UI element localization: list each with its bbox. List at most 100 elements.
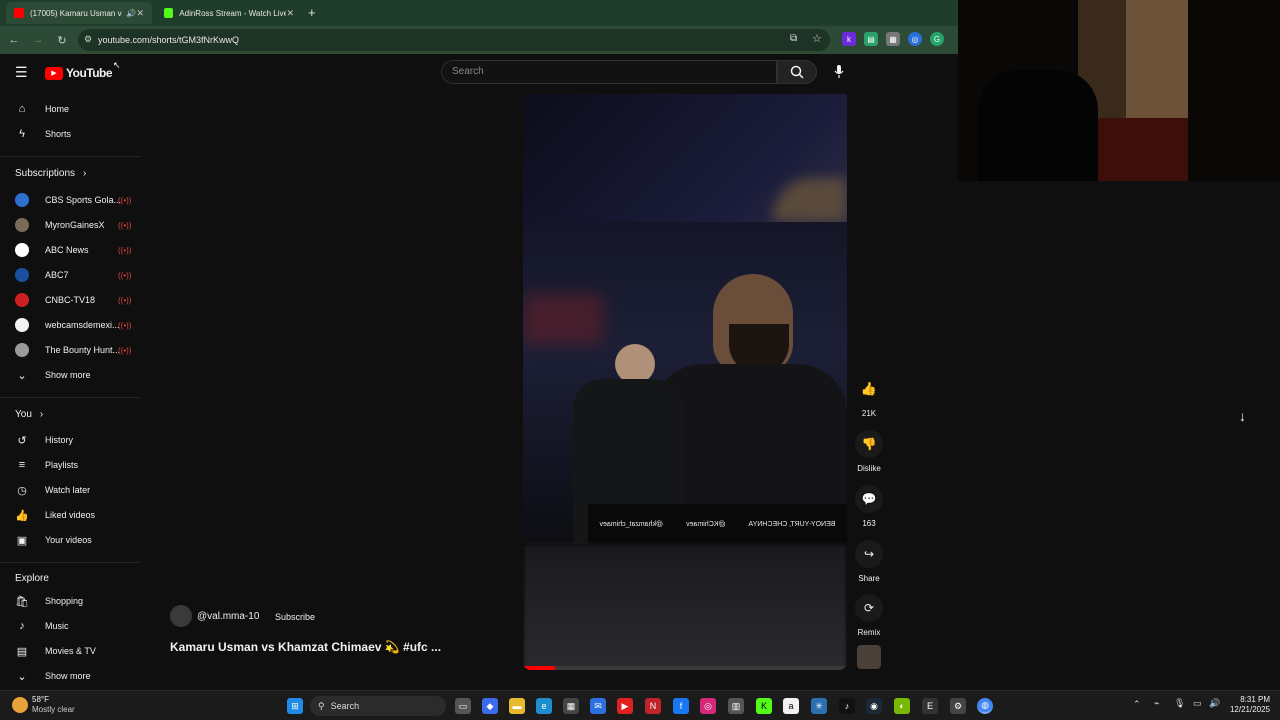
back-button[interactable]: ← [4, 30, 24, 50]
install-app-icon[interactable]: ⧉ [790, 33, 797, 44]
edge-icon[interactable]: e [536, 698, 552, 714]
sidebar-item-subscription[interactable]: ABC7 ((•)) [0, 264, 145, 286]
short-title[interactable]: Kamaru Usman vs Khamzat Chimaev 💫 #ufc .… [170, 640, 441, 654]
like-button[interactable]: 👍 21K [852, 375, 886, 418]
comments-button[interactable]: 💬 163 [852, 485, 886, 528]
sidebar-item-subscription[interactable]: webcamsdemexi... ((•)) [0, 314, 145, 336]
sidebar-item-label: ABC7 [45, 270, 69, 280]
menu-hamburger-icon[interactable]: ☰ [15, 65, 28, 79]
amazon-icon[interactable]: a [783, 698, 799, 714]
sidebar-item-your-videos[interactable]: ▣ Your videos [0, 529, 145, 551]
sidebar-item-music[interactable]: ♪ Music [0, 615, 145, 637]
youtube-header: ☰ ▶ YouTube ↖ Search [0, 54, 958, 94]
display-icon[interactable]: ▭ [1193, 698, 1202, 709]
caption-text: BENOY-YURT, CHECHNYA [748, 520, 836, 528]
sidebar-item-subscription[interactable]: CNBC-TV18 ((•)) [0, 289, 145, 311]
youtube-logo-text: YouTube [66, 66, 113, 80]
sidebar-item-label: webcamsdemexi... [45, 320, 120, 330]
search-icon: ⚲ [318, 700, 325, 711]
chevron-up-icon[interactable]: ⌃ [1133, 699, 1141, 710]
site-info-icon[interactable]: ⚙ [84, 34, 92, 45]
you-header[interactable]: You › [15, 409, 43, 420]
close-tab-icon[interactable]: ✕ [136, 8, 144, 19]
browser-tab-youtube[interactable]: (17005) Kamaru Usman vs K 🔊 ✕ [6, 2, 152, 24]
sidebar-item-playlists[interactable]: ≡ Playlists [0, 454, 145, 476]
subscriptions-header[interactable]: Subscriptions › [15, 168, 86, 179]
youtube-logo[interactable]: ▶ YouTube [45, 66, 113, 80]
app-icon[interactable]: ▥ [728, 698, 744, 714]
windows-start-icon[interactable]: ⊞ [287, 698, 303, 714]
instagram-icon[interactable]: ◎ [700, 698, 716, 714]
reload-button[interactable]: ↻ [52, 30, 72, 50]
next-short-arrow-icon[interactable]: ↓ [1239, 408, 1246, 424]
sidebar-item-subscription[interactable]: The Bounty Hunt... ((•)) [0, 339, 145, 361]
taskbar-search[interactable]: ⚲ Search [310, 696, 446, 716]
share-button[interactable]: ↪ Share [852, 540, 886, 583]
forward-button[interactable]: → [28, 30, 48, 50]
task-view-icon[interactable]: ▭ [455, 698, 471, 714]
close-tab-icon[interactable]: ✕ [286, 8, 294, 19]
subscribe-button[interactable]: Subscribe [268, 609, 322, 625]
audio-icon[interactable]: 🔊 [126, 9, 136, 18]
steam-icon[interactable]: ◉ [866, 698, 882, 714]
clock-date[interactable]: 12/21/2025 [1222, 705, 1270, 714]
browser-tab-kick[interactable]: AdinRoss Stream - Watch Live o ✕ [156, 2, 302, 24]
sidebar-item-label: Shopping [45, 596, 84, 606]
caption-text: @khamzat_chimaev [599, 520, 664, 528]
tiktok-icon[interactable]: ♪ [839, 698, 855, 714]
sidebar-item-shopping[interactable]: 🛍 Shopping [0, 590, 145, 612]
sidebar-item-label: Show more [45, 370, 91, 380]
bookmark-star-icon[interactable]: ☆ [812, 32, 822, 45]
dislike-button[interactable]: 👎 Dislike [852, 430, 886, 473]
sidebar-item-watch-later[interactable]: ◷ Watch later [0, 479, 145, 501]
sidebar-item-shorts[interactable]: ϟ Shorts [0, 123, 145, 145]
address-bar[interactable]: ⚙ youtube.com/shorts/tGM3fNrKwwQ ⧉ ☆ [78, 29, 830, 51]
netflix-icon[interactable]: N [645, 698, 661, 714]
remix-button[interactable]: ⟳ Remix [852, 594, 886, 637]
sidebar-item-movies[interactable]: ▤ Movies & TV [0, 640, 145, 662]
sidebar-item-liked-videos[interactable]: 👍 Liked videos [0, 504, 145, 526]
sound-thumbnail[interactable] [857, 645, 881, 669]
sidebar-item-history[interactable]: ↺ History [0, 429, 145, 451]
search-button[interactable] [777, 60, 817, 84]
epic-games-icon[interactable]: E [922, 698, 938, 714]
network-icon[interactable]: ⌁ [1154, 698, 1159, 709]
sidebar-item-home[interactable]: ⌂ Home [0, 98, 145, 120]
search-input[interactable]: Search [441, 60, 777, 84]
mail-icon[interactable]: ✉ [590, 698, 606, 714]
youtube-app-icon[interactable]: ▶ [617, 698, 633, 714]
channel-avatar [15, 193, 29, 207]
chrome-icon[interactable]: ◍ [977, 698, 993, 714]
store-icon[interactable]: ▦ [563, 698, 579, 714]
kick-app-icon[interactable]: K [756, 698, 772, 714]
channel-name[interactable]: @val.mma-10 [197, 611, 259, 622]
kick-favicon-icon [164, 8, 174, 18]
video-progress-track[interactable] [523, 666, 847, 670]
channel-avatar[interactable] [170, 605, 192, 627]
clock-time[interactable]: 8:31 PM [1228, 695, 1270, 704]
sidebar-show-more-explore[interactable]: ⌄ Show more [0, 665, 145, 687]
settings-gear-icon[interactable]: ⚙ [950, 698, 966, 714]
volume-icon[interactable]: 🔊 [1209, 698, 1220, 709]
voice-search-button[interactable] [830, 63, 848, 81]
extension-icon[interactable]: ◎ [908, 32, 922, 46]
facebook-icon[interactable]: f [673, 698, 689, 714]
kick-extension-icon[interactable]: k [842, 32, 856, 46]
copilot-icon[interactable]: ◆ [482, 698, 498, 714]
sidebar-item-subscription[interactable]: CBS Sports Gola... ((•)) [0, 189, 145, 211]
grammarly-extension-icon[interactable]: G [930, 32, 944, 46]
sidebar-item-subscription[interactable]: MyronGainesX ((•)) [0, 214, 145, 236]
extension-icon[interactable]: ▤ [864, 32, 878, 46]
app-icon[interactable]: ✳ [811, 698, 827, 714]
shorts-video-player[interactable]: BENOY-YURT, CHECHNYA @KChimaev @khamzat_… [523, 94, 847, 670]
sidebar-show-more-subscriptions[interactable]: ⌄ Show more [0, 364, 145, 386]
nvidia-icon[interactable]: ◐ [894, 698, 910, 714]
extension-icon[interactable]: ▦ [886, 32, 900, 46]
file-explorer-icon[interactable]: ▬ [509, 698, 525, 714]
weather-icon[interactable] [12, 697, 28, 713]
microphone-icon[interactable]: 🎙 [1174, 698, 1185, 709]
new-tab-button[interactable]: + [308, 5, 316, 20]
sidebar-item-subscription[interactable]: ABC News ((•)) [0, 239, 145, 261]
subscriptions-label: Subscriptions [15, 168, 76, 179]
tab-title: (17005) Kamaru Usman vs K [30, 8, 122, 18]
